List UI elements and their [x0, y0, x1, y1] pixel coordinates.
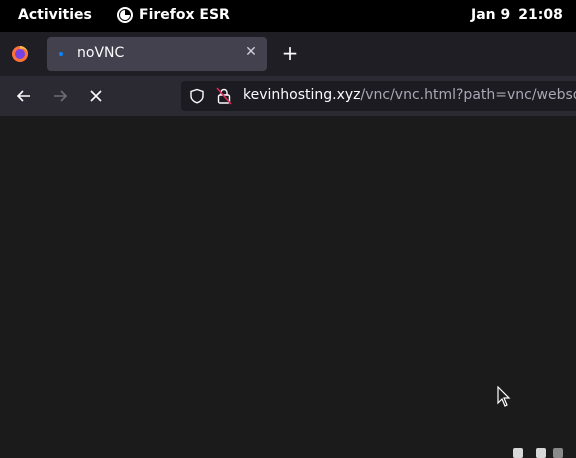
forward-button[interactable]: [48, 84, 72, 108]
tab-strip: noVNC ✕ +: [0, 32, 576, 76]
forward-icon: [54, 90, 68, 102]
firefox-icon[interactable]: [11, 45, 29, 63]
loading-favicon-icon: [59, 52, 63, 56]
nav-bar: kevinhosting.xyz/vnc/vnc.html?path=vnc/w…: [0, 76, 576, 116]
url-bar[interactable]: kevinhosting.xyz/vnc/vnc.html?path=vnc/w…: [181, 81, 576, 111]
close-tab-icon[interactable]: ✕: [243, 44, 259, 62]
stop-icon: [90, 90, 102, 102]
gnome-top-bar: Activities Firefox ESR Jan 9 21:08: [0, 0, 576, 32]
back-button[interactable]: [12, 84, 36, 108]
url-path: /vnc/vnc.html?path=vnc/websoc: [360, 87, 576, 103]
firefox-app-icon: [117, 7, 133, 23]
clock-date: Jan 9: [471, 7, 511, 23]
clock-time: 21:08: [518, 7, 563, 23]
lock-icon[interactable]: [216, 87, 232, 105]
back-icon: [16, 90, 30, 102]
loading-dot: [553, 448, 563, 458]
new-tab-button[interactable]: +: [280, 41, 300, 65]
tab-novnc[interactable]: noVNC ✕: [47, 37, 267, 71]
stop-button[interactable]: [84, 84, 108, 108]
activities-button[interactable]: Activities: [18, 7, 92, 23]
clock[interactable]: Jan 9 21:08: [471, 7, 563, 23]
app-name: Firefox ESR: [139, 7, 230, 23]
shield-icon[interactable]: [189, 88, 205, 104]
mouse-cursor-icon: [497, 386, 511, 407]
page-content[interactable]: [0, 116, 576, 458]
url-text[interactable]: kevinhosting.xyz/vnc/vnc.html?path=vnc/w…: [243, 87, 576, 103]
loading-dot: [536, 448, 546, 458]
app-menu[interactable]: Firefox ESR: [117, 7, 230, 23]
tab-title: noVNC: [77, 45, 125, 61]
loading-dot: [513, 448, 523, 458]
url-host: kevinhosting.xyz: [243, 87, 361, 103]
